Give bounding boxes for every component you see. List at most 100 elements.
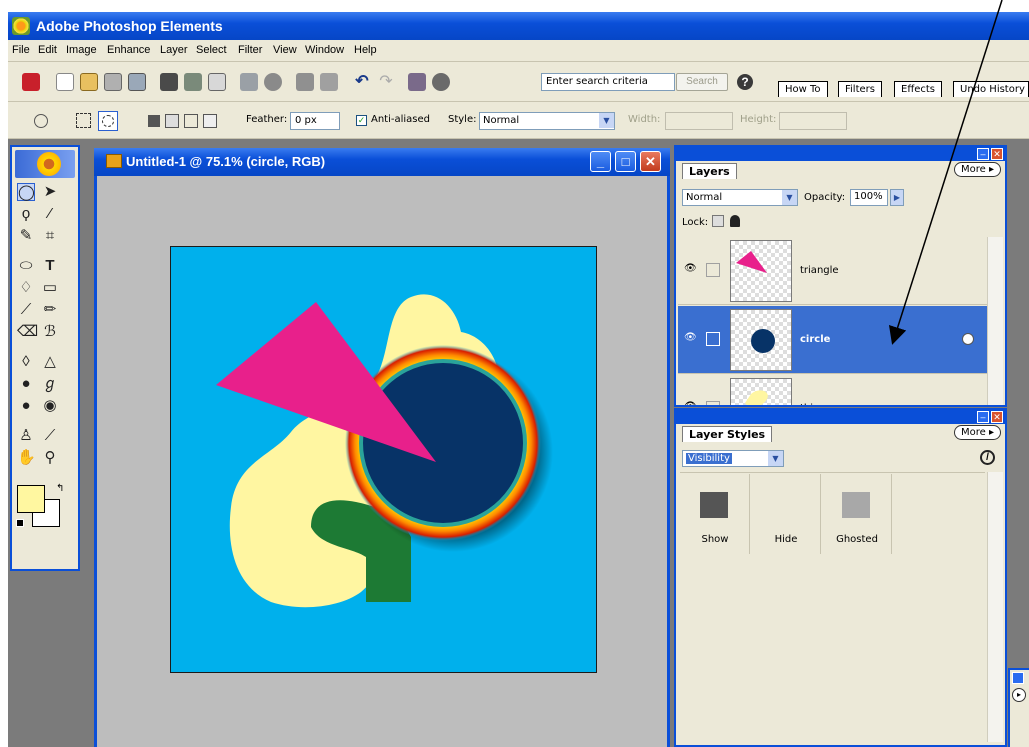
layers-more-button[interactable]: More ▸ [954,162,1001,177]
layer-row-circle[interactable]: 👁 circle [678,306,988,374]
layers-tab[interactable]: Layers [682,163,737,179]
save-icon[interactable] [160,73,178,91]
lasso-tool-icon[interactable]: ϙ [17,205,35,223]
opacity-input[interactable]: 100% [850,189,888,206]
search-input[interactable]: Enter search criteria [541,73,675,91]
quick-fix-icon[interactable] [408,73,426,91]
adobe-logo-icon[interactable] [22,73,40,91]
lock-all-icon[interactable] [730,215,740,227]
undo-icon[interactable]: ↶ [353,73,371,91]
maximize-button[interactable]: □ [615,151,636,172]
type-tool-icon[interactable]: T [41,257,59,275]
menu-image[interactable]: Image [66,44,97,56]
browse-icon[interactable] [104,73,122,91]
blend-mode-select[interactable]: Normal ▼ [682,189,798,206]
online-services-icon[interactable] [264,73,282,91]
redo-icon[interactable]: ↷ [377,73,395,91]
new-selection-icon[interactable] [148,115,160,127]
style-swatch-ghosted[interactable]: Ghosted [822,474,892,554]
move-tool-icon[interactable]: ➤ [41,183,59,201]
add-to-selection-icon[interactable] [165,114,179,128]
menu-help[interactable]: Help [354,44,377,56]
rect-marquee-option-icon[interactable] [76,113,91,128]
image-canvas[interactable] [170,246,597,673]
clear-style-icon[interactable]: / [980,450,995,465]
layer-style-icon[interactable] [962,333,974,345]
search-button[interactable]: Search [676,73,728,91]
style-swatch-show[interactable]: Show [680,474,750,554]
default-colors-icon[interactable] [16,519,24,527]
tab-filters[interactable]: Filters [838,81,882,97]
print-preview-icon[interactable] [320,73,338,91]
style-select[interactable]: Normal ▼ [479,112,615,130]
menu-layer[interactable]: Layer [160,44,188,56]
layer-row-triangle[interactable]: 👁 triangle [678,237,988,305]
color-variations-icon[interactable] [432,73,450,91]
zoom-tool-icon[interactable]: ⚲ [41,449,59,467]
pdf-icon[interactable] [208,73,226,91]
layer-row-thing[interactable]: 👁 thing [678,375,988,406]
print-icon[interactable] [296,73,314,91]
gradient-tool-icon[interactable]: ▭ [41,279,59,297]
ellipse-marquee-option-button[interactable] [98,111,118,131]
intersect-selection-icon[interactable] [203,114,217,128]
panel-minimize-icon[interactable]: – [977,411,989,423]
eraser-tool-icon[interactable]: ⌫ [17,323,38,341]
layer-styles-scrollbar[interactable] [987,472,1003,742]
style-swatch-hide[interactable]: Hide [751,474,821,554]
sponge-tool-icon[interactable]: ● [17,375,35,393]
swap-colors-icon[interactable]: ↰ [56,483,64,494]
smudge-tool-icon[interactable]: ℊ [41,375,59,393]
tab-how-to[interactable]: How To [778,81,828,97]
email-icon[interactable] [240,73,258,91]
sharpen-tool-icon[interactable]: △ [41,353,59,371]
menu-enhance[interactable]: Enhance [107,44,150,56]
feather-input[interactable]: 0 px [290,112,340,130]
custom-shape-icon[interactable]: ⬭ [17,257,35,275]
import-icon[interactable] [128,73,146,91]
lock-transparency-icon[interactable] [712,215,724,227]
crop-tool-icon[interactable]: ⌗ [41,227,59,245]
menu-filter[interactable]: Filter [238,44,262,56]
red-eye-tool-icon[interactable]: ◉ [41,397,59,415]
brush-link-icon[interactable] [706,332,720,346]
menu-view[interactable]: View [273,44,297,56]
eye-icon[interactable]: 👁 [684,333,697,343]
layers-scrollbar[interactable] [987,237,1003,405]
menu-window[interactable]: Window [305,44,344,56]
tab-undo-history[interactable]: Undo History [953,81,1029,97]
opacity-slider-arrow-icon[interactable]: ▶ [890,189,904,206]
brush-tool-icon[interactable]: ⟋ [17,301,35,319]
hand-tool-icon[interactable]: ✋ [17,449,36,467]
eyedropper-icon[interactable]: ⟋ [41,427,59,445]
dodge-tool-icon[interactable]: ● [17,397,35,415]
pencil-tool-icon[interactable]: ✏ [41,301,59,319]
panel-minimize-icon[interactable] [1012,672,1024,684]
blur-tool-icon[interactable]: ◊ [17,353,35,371]
subtract-from-selection-icon[interactable] [184,114,198,128]
foreground-color-swatch[interactable] [17,485,45,513]
layer-link-box[interactable] [706,401,720,405]
clone-stamp-icon[interactable]: ♙ [17,427,35,445]
panel-minimize-icon[interactable]: – [977,148,989,160]
style-category-select[interactable]: Visibility ▼ [682,450,784,467]
menu-edit[interactable]: Edit [38,44,57,56]
eye-icon[interactable]: 👁 [684,264,697,274]
elliptical-marquee-preset-icon[interactable] [34,114,48,128]
layer-link-box[interactable] [706,263,720,277]
eye-icon[interactable]: 👁 [684,402,697,406]
open-folder-icon[interactable] [80,73,98,91]
close-button[interactable]: ✕ [640,151,661,172]
menu-select[interactable]: Select [196,44,227,56]
tab-effects[interactable]: Effects [894,81,942,97]
menu-file[interactable]: File [12,44,30,56]
panel-close-icon[interactable]: ✕ [991,148,1003,160]
layer-styles-more-button[interactable]: More ▸ [954,425,1001,440]
layer-styles-tab[interactable]: Layer Styles [682,426,773,442]
magic-wand-icon[interactable]: ⁄ [41,205,59,223]
paint-bucket-icon[interactable]: ♢ [17,279,35,297]
anti-aliased-checkbox[interactable]: ✓ [356,115,367,126]
impressionist-brush-icon[interactable]: ℬ [41,323,59,341]
minimize-button[interactable]: _ [590,151,611,172]
new-document-icon[interactable] [56,73,74,91]
